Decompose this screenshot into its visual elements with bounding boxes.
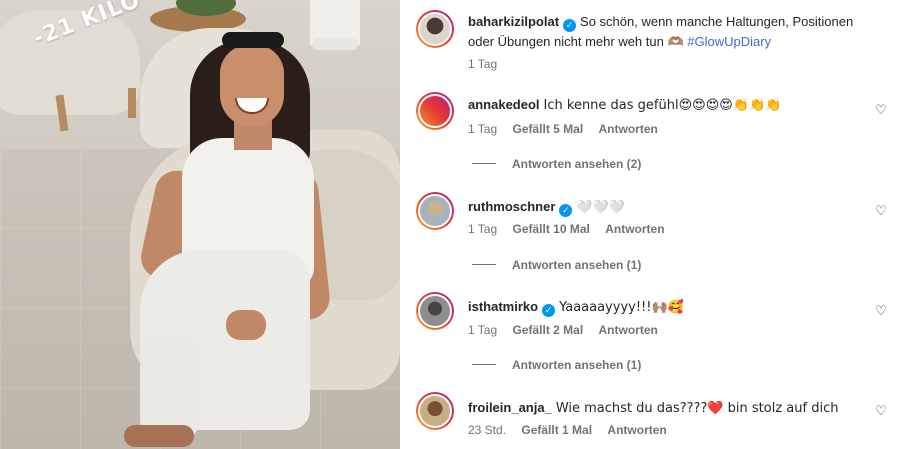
comment-username[interactable]: froilein_anja_ <box>468 400 552 415</box>
reply-button[interactable]: Antworten <box>607 423 666 437</box>
view-replies-label: Antworten ansehen (1) <box>512 358 642 372</box>
post-photo: -21 KILO <box>0 0 400 449</box>
comment-likes[interactable]: Gefällt 10 Mal <box>512 222 589 236</box>
view-replies-button[interactable]: Antworten ansehen (2) <box>472 157 641 171</box>
comments-panel: baharkizilpolat ✓ So schön, wenn manche Ha… <box>400 0 900 449</box>
verified-badge-icon: ✓ <box>542 304 556 317</box>
person-pants-leg <box>140 330 200 440</box>
comment: annakedeol Ich kenne das gefühl😍😍😍😍👏👏👏 <box>468 95 868 115</box>
heart-outline-icon[interactable]: ♡ <box>874 204 888 218</box>
chair-leg <box>128 88 136 118</box>
comment: froilein_anja_ Wie machst du das????❤️ bi… <box>468 398 868 418</box>
comment-text: Wie machst du das????❤️ bin stolz auf di… <box>555 401 839 416</box>
comment-meta: 1 Tag Gefällt 2 Mal Antworten <box>468 323 670 337</box>
comment: isthatmirko ✓ Yaaaaayyyy!!!🙌🏽🥰 <box>468 297 868 317</box>
reply-button[interactable]: Antworten <box>599 122 658 136</box>
view-replies-label: Antworten ansehen (2) <box>512 157 642 171</box>
comment-time: 1 Tag <box>468 222 498 236</box>
comment-meta: 1 Tag Gefällt 5 Mal Antworten <box>468 122 670 136</box>
comment-text: 🤍🤍🤍 <box>576 200 625 215</box>
verified-badge-icon: ✓ <box>559 204 573 217</box>
comment-username[interactable]: ruthmoschner <box>468 199 555 214</box>
reply-button[interactable]: Antworten <box>605 222 664 236</box>
person-face <box>220 45 284 127</box>
comment-text: Ich kenne das gefühl😍😍😍😍👏👏👏 <box>543 98 782 113</box>
person-foot <box>124 425 194 447</box>
replies-line <box>472 264 496 265</box>
avatar[interactable] <box>416 292 454 330</box>
avatar[interactable] <box>416 392 454 430</box>
comment-likes[interactable]: Gefällt 5 Mal <box>512 122 583 136</box>
replies-line <box>472 364 496 365</box>
comment: ruthmoschner ✓ 🤍🤍🤍 <box>468 197 868 217</box>
view-replies-button[interactable]: Antworten ansehen (1) <box>472 358 641 372</box>
caption-meta: 1 Tag <box>468 57 509 71</box>
heart-outline-icon[interactable]: ♡ <box>874 304 888 318</box>
comment-meta: 1 Tag Gefällt 10 Mal Antworten <box>468 222 677 236</box>
caption-username[interactable]: baharkizilpolat <box>468 14 559 29</box>
replies-line <box>472 163 496 164</box>
sunglasses <box>222 32 284 48</box>
avatar[interactable] <box>416 92 454 130</box>
comment-time: 1 Tag <box>468 323 498 337</box>
comment-likes[interactable]: Gefällt 2 Mal <box>512 323 583 337</box>
avatar[interactable] <box>416 192 454 230</box>
heart-outline-icon[interactable]: ♡ <box>874 103 888 117</box>
avatar[interactable] <box>416 10 454 48</box>
caption: baharkizilpolat ✓ So schön, wenn manche Ha… <box>468 12 868 51</box>
comment-meta: 23 Std. Gefällt 1 Mal Antworten <box>468 423 679 437</box>
comment-username[interactable]: annakedeol <box>468 97 540 112</box>
person-hand <box>226 310 266 340</box>
hashtag-link[interactable]: #GlowUpDiary <box>687 34 771 49</box>
comment-username[interactable]: isthatmirko <box>468 299 538 314</box>
background-person-shoes <box>312 38 358 50</box>
verified-badge-icon: ✓ <box>563 19 577 32</box>
reply-button[interactable]: Antworten <box>599 323 658 337</box>
comment-likes[interactable]: Gefällt 1 Mal <box>521 423 592 437</box>
comment-text: Yaaaaayyyy!!!🙌🏽🥰 <box>559 300 684 315</box>
comment-time: 23 Std. <box>468 423 507 437</box>
caption-time: 1 Tag <box>468 57 498 71</box>
view-replies-button[interactable]: Antworten ansehen (1) <box>472 258 641 272</box>
comment-time: 1 Tag <box>468 122 498 136</box>
view-replies-label: Antworten ansehen (1) <box>512 258 642 272</box>
heart-outline-icon[interactable]: ♡ <box>874 404 888 418</box>
